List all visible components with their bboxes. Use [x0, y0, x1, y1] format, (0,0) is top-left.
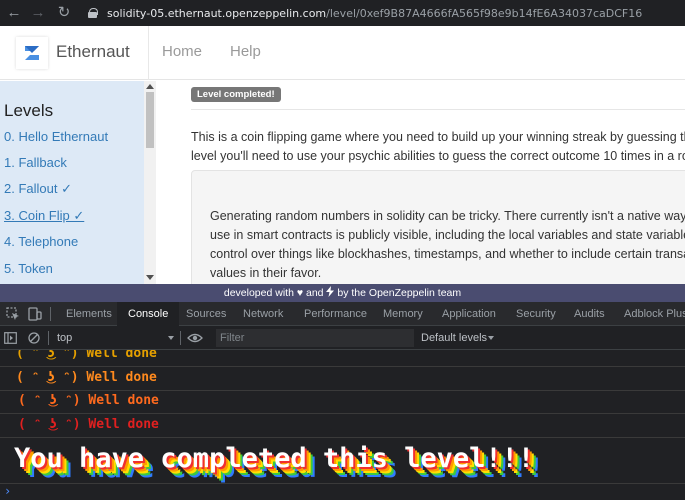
- ethernaut-logo-icon: [25, 46, 39, 60]
- log-message: ( ᵔ ͜ʖ ᵔ) Well done: [16, 370, 157, 385]
- back-arrow-icon[interactable]: ←: [4, 0, 24, 26]
- eye-icon[interactable]: [187, 333, 203, 343]
- note-line: values in their favor.: [210, 266, 322, 280]
- tab-performance[interactable]: Performance: [296, 302, 375, 326]
- url-path: /level/0xef9B87A4666fA565f98e9b14fE6A340…: [326, 6, 643, 20]
- ethernaut-logo[interactable]: [16, 37, 48, 69]
- log-message: ( ᵔ ͜ʖ ᵔ) Well done: [16, 350, 157, 361]
- nav-home-link[interactable]: Home: [162, 43, 202, 60]
- console-toolbar: top Default levels: [0, 326, 685, 350]
- console-filter-input[interactable]: [216, 329, 414, 347]
- toolbar-divider: [180, 331, 181, 345]
- device-toolbar-icon[interactable]: [28, 307, 42, 321]
- note-line: Generating random numbers in solidity ca…: [210, 209, 685, 223]
- levels-title: Levels: [4, 101, 54, 120]
- tab-elements[interactable]: Elements: [58, 302, 120, 326]
- sidebar-item-fallout[interactable]: 2. Fallout ✓: [4, 181, 72, 197]
- tab-sources[interactable]: Sources: [178, 302, 234, 326]
- sidebar-toggle-icon[interactable]: [4, 332, 17, 344]
- sidebar-item-hello-ethernaut[interactable]: 0. Hello Ethernaut: [4, 129, 108, 144]
- tab-security[interactable]: Security: [508, 302, 564, 326]
- tab-adblock-plus[interactable]: Adblock Plus: [616, 302, 685, 326]
- note-line: use in smart contracts is publicly visib…: [210, 228, 685, 242]
- tab-memory[interactable]: Memory: [375, 302, 431, 326]
- lock-icon: [88, 8, 98, 18]
- reload-icon[interactable]: ↻: [54, 0, 74, 26]
- tab-audits[interactable]: Audits: [566, 302, 613, 326]
- toolbar-divider: [50, 307, 51, 321]
- console-log-line: ( ᵔ ͜ʖ ᵔ) Well done: [0, 367, 685, 391]
- level-note-box: Generating random numbers in solidity ca…: [191, 170, 685, 284]
- console-log-line: You have completed this level!!!: [0, 438, 685, 484]
- level-complete-message: You have completed this level!!!: [14, 443, 535, 474]
- footer-prefix: developed with: [223, 287, 294, 299]
- site-header: Ethernaut Home Help: [0, 26, 685, 80]
- devtools-tab-bar: Elements Console Sources Network Perform…: [0, 302, 685, 326]
- level-content: Level completed! This is a coin flipping…: [156, 81, 685, 284]
- url-host: solidity-05.ethernaut.openzeppelin.com: [107, 6, 327, 20]
- level-completed-badge: Level completed!: [191, 87, 281, 102]
- toolbar-divider: [48, 331, 49, 345]
- console-log-line: ( ᵔ ͜ʖ ᵔ) Well done: [0, 390, 685, 414]
- content-divider: [191, 109, 685, 110]
- sidebar-scroll-thumb[interactable]: [146, 92, 154, 148]
- url-field[interactable]: solidity-05.ethernaut.openzeppelin.com/l…: [88, 7, 642, 20]
- sidebar-item-telephone[interactable]: 4. Telephone: [4, 234, 78, 249]
- console-log-line: ( ᵔ ͜ʖ ᵔ) Well done: [0, 350, 685, 367]
- footer-banner: developed with ♥ and by the OpenZeppelin…: [0, 284, 685, 302]
- console-log-line: ( ᵔ ͜ʖ ᵔ) Well done: [0, 414, 685, 438]
- footer-middle: and: [306, 287, 324, 299]
- description-line: level you'll need to use your psychic ab…: [191, 149, 685, 163]
- console-prompt[interactable]: ›: [4, 484, 11, 498]
- sidebar-item-coin-flip[interactable]: 3. Coin Flip ✓: [4, 208, 84, 224]
- description-line: This is a coin flipping game where you n…: [191, 130, 685, 144]
- note-line: control over things like blockhashes, ti…: [210, 247, 685, 261]
- header-divider: [148, 26, 149, 80]
- clear-console-icon[interactable]: [28, 332, 40, 344]
- sidebar-item-fallback[interactable]: 1. Fallback: [4, 155, 67, 170]
- browser-address-bar: ← → ↻ solidity-05.ethernaut.openzeppelin…: [0, 0, 685, 26]
- tab-application[interactable]: Application: [434, 302, 504, 326]
- console-output: ( ᵔ ͜ʖ ᵔ) Well done ( ᵔ ͜ʖ ᵔ) Well done …: [0, 350, 685, 500]
- nav-help-link[interactable]: Help: [230, 43, 261, 60]
- scroll-down-arrow-icon[interactable]: [146, 275, 154, 280]
- scroll-up-arrow-icon[interactable]: [146, 84, 154, 89]
- context-selector[interactable]: top: [57, 326, 72, 350]
- footer-suffix: by the OpenZeppelin team: [337, 287, 462, 299]
- lightning-bolt-icon: [326, 286, 335, 297]
- levels-sidebar: Levels 0. Hello Ethernaut 1. Fallback 2.…: [0, 81, 156, 284]
- chevron-down-icon[interactable]: [168, 336, 174, 340]
- heart-icon: ♥: [296, 287, 304, 299]
- tab-network[interactable]: Network: [235, 302, 291, 326]
- log-message: ( ᵔ ͜ʖ ᵔ) Well done: [18, 417, 159, 432]
- log-message: ( ᵔ ͜ʖ ᵔ) Well done: [18, 393, 159, 408]
- forward-arrow-icon[interactable]: →: [28, 0, 48, 26]
- inspect-element-icon[interactable]: [6, 307, 20, 321]
- level-description: This is a coin flipping game where you n…: [191, 128, 685, 166]
- tab-console[interactable]: Console: [117, 302, 180, 326]
- brand-name[interactable]: Ethernaut: [56, 42, 130, 62]
- log-levels-dropdown[interactable]: Default levels: [421, 326, 487, 350]
- chevron-down-icon[interactable]: [488, 336, 494, 340]
- sidebar-item-token[interactable]: 5. Token: [4, 261, 53, 276]
